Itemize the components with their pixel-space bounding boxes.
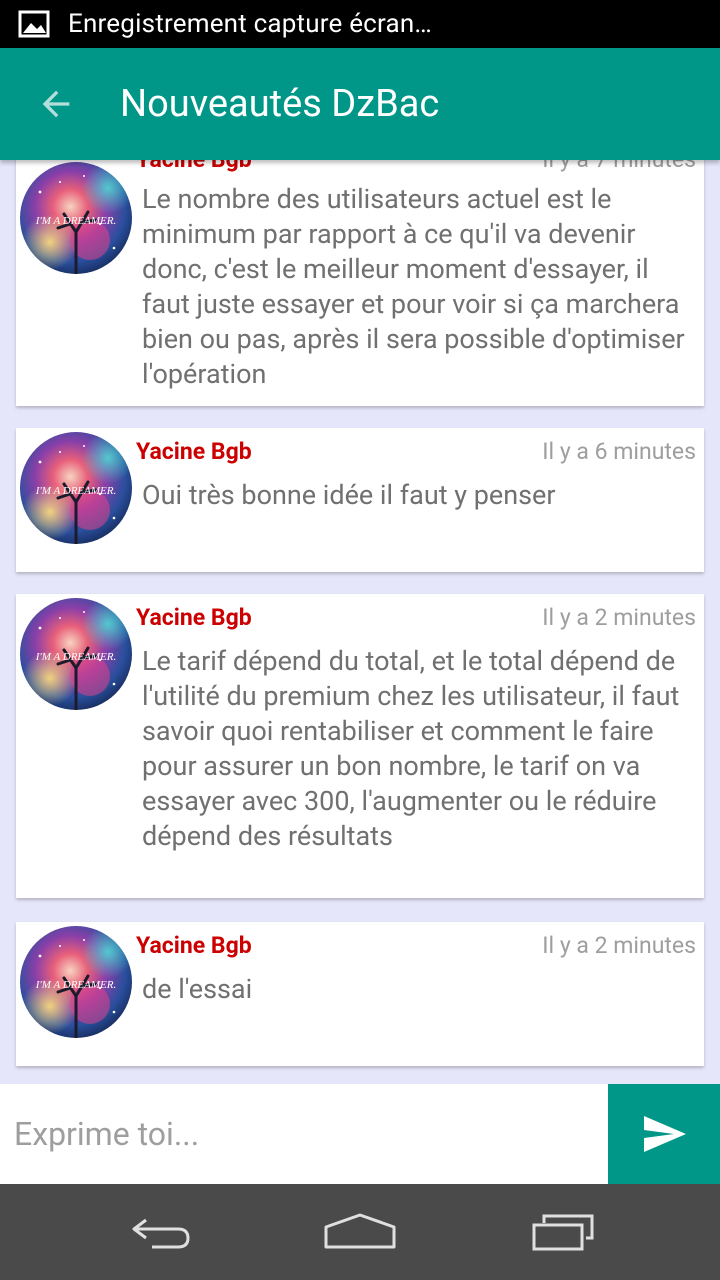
back-button[interactable] — [28, 76, 84, 132]
avatar[interactable]: I'M A DREAMER. — [20, 162, 132, 274]
message-text: de l'essai — [142, 973, 253, 1005]
send-button[interactable] — [608, 1084, 720, 1184]
page-title: Nouveautés DzBac — [120, 82, 440, 126]
message-text: Le tarif dépend du total, et le total dé… — [142, 645, 680, 852]
nav-recents-icon — [532, 1214, 594, 1251]
message-list[interactable]: I'M A DREAMER. Yacine Bgb Il y a 7 minut… — [0, 160, 720, 1084]
message-card: I'M A DREAMER. Yacine Bgb Il y a 2 minut… — [16, 922, 704, 1066]
avatar-image: I'M A DREAMER. — [20, 162, 132, 274]
send-icon — [644, 1116, 686, 1152]
avatar[interactable]: I'M A DREAMER. — [20, 598, 132, 710]
message-card: I'M A DREAMER. Yacine Bgb Il y a 2 minut… — [16, 594, 704, 898]
sender-name: Yacine Bgb — [136, 160, 252, 173]
avatar-caption: I'M A DREAMER. — [35, 979, 116, 991]
nav-home-icon — [324, 1213, 396, 1249]
avatar-caption: I'M A DREAMER. — [35, 651, 116, 663]
message-time: Il y a 6 minutes — [542, 438, 696, 465]
sender-name: Yacine Bgb — [136, 438, 252, 465]
avatar-image: I'M A DREAMER. — [20, 926, 132, 1038]
message-composer — [0, 1084, 720, 1184]
message-input[interactable] — [0, 1084, 608, 1184]
message-time: Il y a 2 minutes — [542, 932, 696, 959]
avatar-caption: I'M A DREAMER. — [35, 485, 116, 497]
avatar-image: I'M A DREAMER. — [20, 598, 132, 710]
notification-text: Enregistrement capture écran… — [68, 9, 432, 39]
avatar-caption: I'M A DREAMER. — [35, 215, 116, 227]
status-bar: Enregistrement capture écran… — [0, 0, 720, 48]
avatar-image: I'M A DREAMER. — [20, 432, 132, 544]
system-nav-bar — [0, 1184, 720, 1280]
message-text: Le nombre des utilisateurs actuel est le… — [142, 183, 685, 390]
nav-back-button[interactable] — [116, 1204, 204, 1260]
message-text: Oui très bonne idée il faut y penser — [142, 479, 556, 511]
message-time: Il y a 7 minutes — [542, 160, 696, 173]
nav-back-icon — [132, 1218, 190, 1249]
app-bar: Nouveautés DzBac — [0, 48, 720, 160]
sender-name: Yacine Bgb — [136, 932, 252, 959]
image-icon — [18, 10, 50, 38]
avatar[interactable]: I'M A DREAMER. — [20, 432, 132, 544]
message-time: Il y a 2 minutes — [542, 604, 696, 631]
message-card: I'M A DREAMER. Yacine Bgb Il y a 7 minut… — [16, 160, 704, 406]
nav-recents-button[interactable] — [518, 1204, 606, 1260]
sender-name: Yacine Bgb — [136, 604, 252, 631]
nav-home-button[interactable] — [316, 1204, 404, 1260]
message-card: I'M A DREAMER. Yacine Bgb Il y a 6 minut… — [16, 428, 704, 572]
avatar[interactable]: I'M A DREAMER. — [20, 926, 132, 1038]
arrow-back-icon — [42, 90, 70, 118]
